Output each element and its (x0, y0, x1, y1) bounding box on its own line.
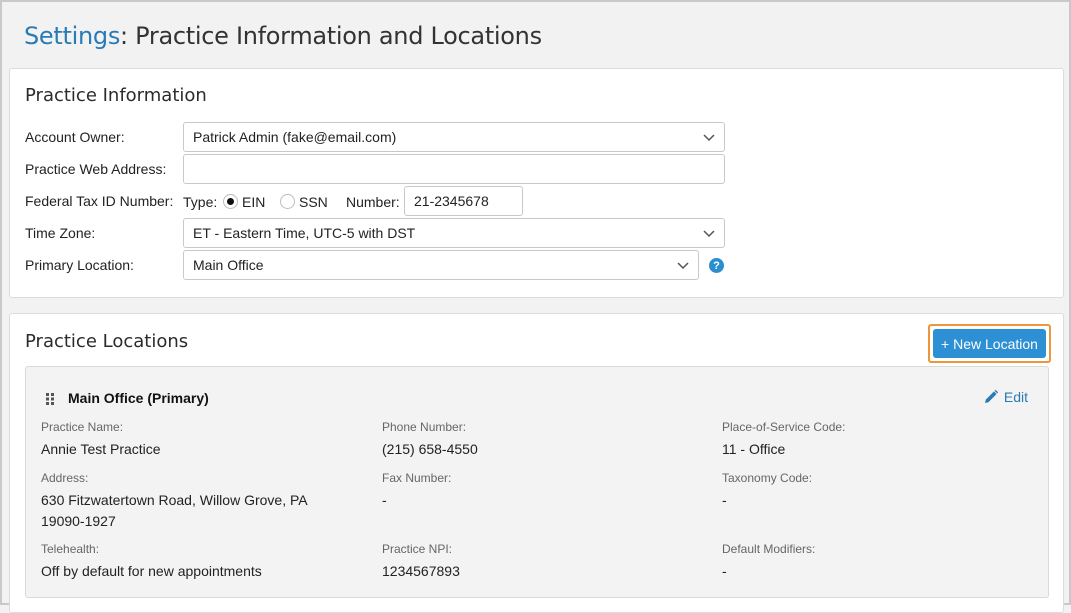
time-zone-row: Time Zone: (25, 218, 183, 248)
edit-label: Edit (1003, 389, 1028, 405)
web-address-row: Practice Web Address: (25, 154, 183, 184)
practice-name-label: Practice Name: (41, 420, 124, 434)
tax-id-row: Federal Tax ID Number: (25, 186, 183, 216)
telehealth-value: Off by default for new appointments (41, 563, 262, 579)
new-location-highlight: + New Location (928, 324, 1051, 363)
primary-location-value: Main Office (193, 257, 264, 273)
ein-radio-label[interactable]: EIN (242, 194, 265, 210)
tax-number-input[interactable]: 21-2345678 (404, 186, 523, 216)
new-location-button[interactable]: + New Location (933, 329, 1046, 358)
chevron-down-icon (703, 134, 715, 142)
primary-location-label: Primary Location: (25, 257, 134, 273)
chevron-down-icon (677, 262, 689, 270)
web-address-label: Practice Web Address: (25, 161, 167, 177)
help-icon[interactable]: ? (709, 258, 724, 273)
account-owner-label: Account Owner: (25, 129, 125, 145)
location-card-main-office: Main Office (Primary) Edit Practice Name… (25, 366, 1049, 598)
phone-label: Phone Number: (382, 420, 467, 434)
telehealth-label: Telehealth: (41, 542, 100, 556)
practice-name-value: Annie Test Practice (41, 441, 161, 457)
chevron-down-icon (703, 230, 715, 238)
account-owner-select[interactable]: Patrick Admin (fake@email.com) (183, 122, 725, 152)
npi-label: Practice NPI: (382, 542, 453, 556)
modifiers-label: Default Modifiers: (722, 542, 816, 556)
practice-information-card: Practice Information Account Owner: Patr… (9, 68, 1064, 298)
taxonomy-label: Taxonomy Code: (722, 471, 813, 485)
tax-number-value: 21-2345678 (414, 193, 489, 209)
fax-label: Fax Number: (382, 471, 452, 485)
primary-location-row: Primary Location: (25, 250, 183, 280)
tax-id-label: Federal Tax ID Number: (25, 193, 174, 209)
taxonomy-value: - (722, 492, 727, 508)
page-title: Settings: Practice Information and Locat… (24, 22, 542, 50)
primary-location-select[interactable]: Main Office (183, 250, 699, 280)
modifiers-value: - (722, 563, 727, 579)
practice-information-heading: Practice Information (25, 85, 207, 106)
ssn-radio-label[interactable]: SSN (299, 194, 328, 210)
edit-location-link[interactable]: Edit (983, 389, 1028, 405)
web-address-input[interactable] (183, 154, 725, 184)
location-title: Main Office (Primary) (68, 390, 209, 406)
pos-code-value: 11 - Office (722, 441, 786, 457)
breadcrumb-settings[interactable]: Settings (24, 22, 120, 50)
time-zone-label: Time Zone: (25, 225, 96, 241)
account-owner-row: Account Owner: (25, 122, 183, 152)
tax-number-label: Number: (346, 194, 400, 210)
page-title-text: : Practice Information and Locations (120, 22, 542, 50)
npi-value: 1234567893 (382, 563, 460, 579)
practice-locations-card: Practice Locations + New Location Main O… (9, 313, 1064, 613)
address-label: Address: (41, 471, 89, 485)
tax-type-label: Type: (183, 194, 218, 210)
pencil-icon (984, 389, 999, 403)
practice-locations-heading: Practice Locations (25, 331, 189, 352)
time-zone-value: ET - Eastern Time, UTC-5 with DST (193, 225, 416, 241)
ein-radio[interactable] (223, 194, 238, 209)
account-owner-value: Patrick Admin (fake@email.com) (193, 129, 397, 145)
address-line1: 630 Fitzwatertown Road, Willow Grove, PA (41, 492, 308, 508)
drag-handle-icon[interactable] (45, 392, 55, 406)
fax-value: - (382, 492, 387, 508)
phone-value: (215) 658-4550 (382, 441, 478, 457)
address-line2: 19090-1927 (41, 513, 116, 529)
settings-page: Settings: Practice Information and Locat… (0, 0, 1071, 613)
pos-code-label: Place-of-Service Code: (722, 420, 846, 434)
ssn-radio[interactable] (280, 194, 295, 209)
time-zone-select[interactable]: ET - Eastern Time, UTC-5 with DST (183, 218, 725, 248)
